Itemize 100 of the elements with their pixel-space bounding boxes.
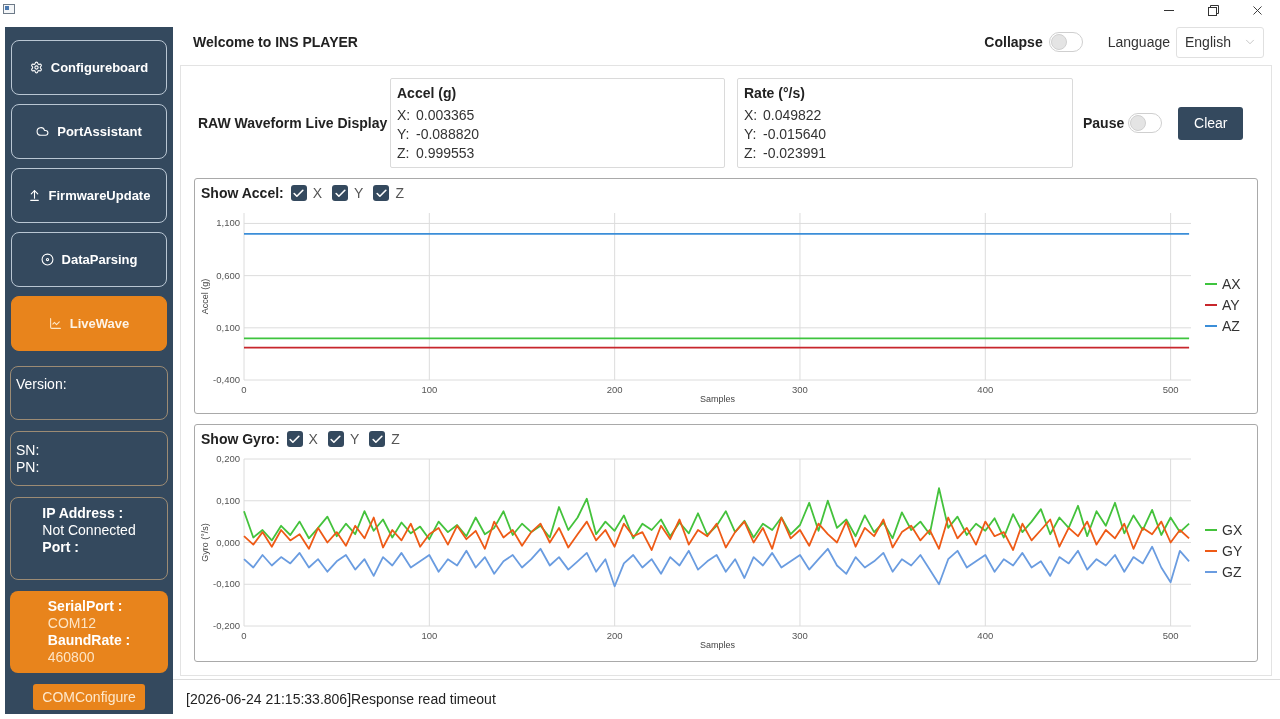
toggle-switch[interactable] (1048, 32, 1083, 52)
axis-label: Z: (397, 144, 411, 163)
clear-button[interactable]: Clear (1178, 106, 1244, 140)
readout-value: 0.999553 (416, 144, 475, 163)
axis-tick-label: 500 (1162, 630, 1179, 641)
axis-tick-label: -0,200 (213, 620, 240, 631)
show-label: Show Accel: (201, 183, 284, 203)
checkbox[interactable] (373, 185, 390, 201)
axis-tick-label: 0,000 (216, 536, 240, 548)
status-message: [2026-06-24 21:15:33.806]Response read timeout (186, 690, 496, 709)
legend-line-icon (1205, 304, 1217, 306)
checkbox-label: Y (349, 429, 360, 449)
legend-line-icon (1205, 550, 1217, 552)
legend-line-icon (1205, 325, 1217, 327)
axis-tick-label: 400 (977, 630, 994, 641)
legend-line-icon (1205, 283, 1217, 285)
legend-label: AZ (1222, 316, 1240, 336)
axis-tick-label: 500 (1162, 384, 1179, 395)
info-label: Version: (16, 376, 68, 393)
check-icon (329, 432, 343, 446)
axis-tick-label: 0,100 (216, 494, 240, 506)
info-label: IP Address : (42, 505, 124, 522)
checkbox-label: X (312, 183, 323, 203)
axis-tick-label: 0 (241, 384, 247, 395)
checkbox-label: X (308, 429, 318, 449)
legend-label: AX (1222, 274, 1241, 294)
checkbox-label: Z (391, 429, 400, 449)
axis-tick-label: 400 (977, 384, 994, 395)
checkbox[interactable] (369, 431, 386, 447)
axis-label: Z: (744, 144, 758, 163)
readout-value: -0.023991 (763, 144, 827, 163)
axis-title: Samples (700, 394, 735, 404)
legend-line-icon (1205, 571, 1217, 573)
readout-title: Accel (g) (397, 84, 458, 103)
show-label: Show Gyro: (201, 429, 280, 449)
axis-tick-label: 1,100 (216, 217, 240, 229)
readout-value: 0.003365 (416, 106, 475, 125)
axis-title: Samples (700, 640, 735, 650)
axis-tick-label: 100 (421, 384, 438, 395)
info-label: BaundRate : (47, 632, 131, 649)
axis-tick-label: -0,100 (213, 578, 240, 590)
legend-label: GX (1222, 520, 1243, 540)
axis-tick-label: 0 (241, 630, 247, 641)
info-label: PN: (16, 459, 40, 476)
nav-button[interactable]: Configureboard (11, 40, 167, 95)
check-icon (292, 186, 306, 200)
check-icon (333, 186, 347, 200)
info-value: Not Connected (42, 522, 136, 539)
axis-tick-label: 200 (606, 630, 623, 641)
section-title: RAW Waveform Live Display (198, 115, 388, 131)
info-value: 460800 (47, 649, 95, 666)
axis-tick-label: 200 (606, 384, 623, 395)
info-label: SerialPort : (47, 598, 123, 615)
readout-value: -0.088820 (416, 125, 480, 144)
language-label: Language (1107, 32, 1170, 52)
axis-title: Accel (g) (200, 278, 210, 315)
upload-icon (27, 189, 41, 202)
axis-label: Y: (397, 125, 411, 144)
axis-tick-label: 0,600 (216, 269, 240, 281)
check-icon (288, 432, 302, 446)
toggle-label: Collapse (984, 32, 1043, 52)
axis-tick-label: 0,200 (216, 453, 240, 464)
readout-title: Rate (°/s) (744, 84, 806, 103)
axis-title: Gyro (°/s) (200, 523, 210, 562)
checkbox[interactable] (286, 431, 303, 447)
checkbox[interactable] (327, 431, 344, 447)
gear-icon (29, 61, 43, 74)
nav-button[interactable]: DataParsing (11, 232, 167, 287)
axis-tick-label: 0,100 (216, 321, 240, 333)
readout-value: 0.049822 (763, 106, 822, 125)
axis-label: X: (744, 106, 759, 125)
info-label: SN: (16, 442, 40, 459)
checkbox[interactable] (332, 185, 349, 201)
language-dropdown[interactable]: English (1176, 26, 1264, 58)
minimize-icon (1164, 9, 1174, 11)
checkbox-label: Y (354, 183, 364, 203)
legend-line-icon (1205, 529, 1217, 531)
app-icon (3, 4, 15, 14)
axis-tick-label: -0,400 (213, 374, 240, 385)
axis-label: Y: (744, 125, 758, 144)
legend-label: GY (1222, 541, 1243, 561)
axis-label: X: (397, 106, 412, 125)
info-label: Port : (42, 539, 79, 556)
info-value: COM12 (47, 615, 96, 632)
axis-tick-label: 300 (792, 384, 808, 395)
disc-icon (40, 253, 54, 266)
checkbox-label: Z (395, 183, 404, 203)
readout-value: -0.015640 (763, 125, 827, 144)
restore-icon (1207, 4, 1219, 16)
legend-label: AY (1222, 295, 1240, 315)
line-chart-icon (48, 317, 62, 330)
cloud-icon (36, 125, 50, 138)
toggle-switch[interactable] (1128, 113, 1163, 133)
axis-tick-label: 100 (421, 630, 438, 641)
check-icon (374, 186, 388, 200)
check-icon (370, 432, 384, 446)
nav-button[interactable]: PortAssistant (11, 104, 167, 159)
nav-button[interactable]: FirmwareUpdate (11, 168, 167, 223)
legend-label: GZ (1222, 562, 1242, 582)
checkbox[interactable] (290, 185, 307, 201)
